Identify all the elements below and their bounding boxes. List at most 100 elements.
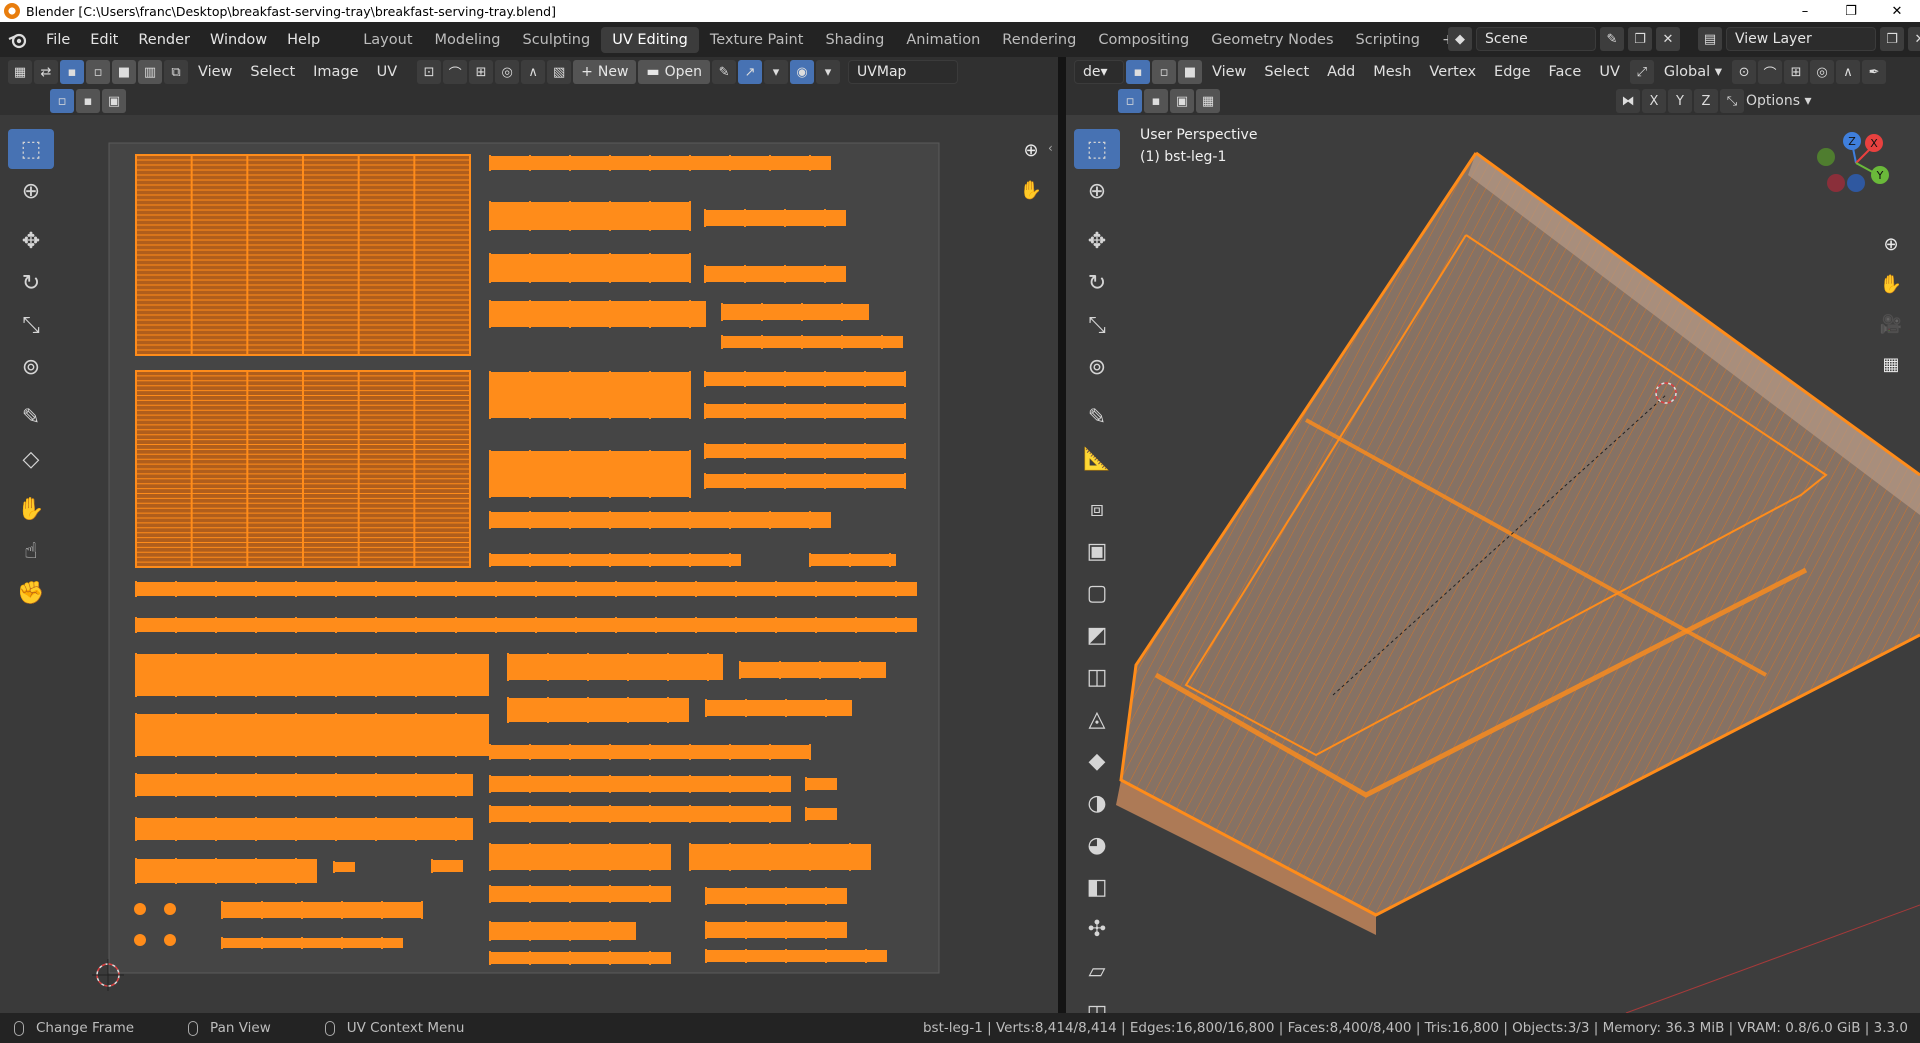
mirror-x-toggle[interactable]: X bbox=[1642, 89, 1666, 113]
vp-snap-target-icon[interactable]: ⊞ bbox=[1784, 60, 1809, 84]
grab-tool-icon[interactable]: ✋ bbox=[8, 489, 54, 529]
zoom-icon[interactable]: ⊕ bbox=[1014, 133, 1048, 167]
spin-tool-icon[interactable]: ◑ bbox=[1074, 783, 1120, 823]
tab-rendering[interactable]: Rendering bbox=[991, 27, 1087, 53]
vp-rotate-tool-icon[interactable]: ↻ bbox=[1074, 263, 1120, 303]
vp-select-extend-icon[interactable]: ▪ bbox=[1144, 89, 1168, 113]
menu-help[interactable]: Help bbox=[277, 32, 330, 48]
tab-layout[interactable]: Layout bbox=[352, 27, 423, 53]
move-tool-icon[interactable]: ✥ bbox=[8, 221, 54, 261]
gizmo-toggle-icon[interactable]: ↗ bbox=[738, 60, 763, 84]
face-mode-icon[interactable]: ■ bbox=[1178, 60, 1202, 84]
tab-scripting[interactable]: Scripting bbox=[1345, 27, 1431, 53]
vp-menu-edge[interactable]: Edge bbox=[1486, 64, 1539, 80]
tab-compositing[interactable]: Compositing bbox=[1087, 27, 1200, 53]
tab-shading[interactable]: Shading bbox=[814, 27, 895, 53]
gizmo-dropdown-icon[interactable]: ▾ bbox=[764, 60, 789, 84]
scene-field[interactable]: Scene bbox=[1476, 27, 1596, 51]
vp-select-box-tool-icon[interactable]: ⬚ bbox=[1074, 129, 1120, 169]
tab-texture-paint[interactable]: Texture Paint bbox=[699, 27, 815, 53]
vp-move-tool-icon[interactable]: ✥ bbox=[1074, 221, 1120, 261]
uv-menu-image[interactable]: Image bbox=[305, 64, 366, 80]
axis-gizmo[interactable]: Z X Y bbox=[1806, 115, 1906, 215]
dropper-icon[interactable]: ✒ bbox=[1862, 60, 1887, 84]
select-mode-new-icon[interactable]: ▫ bbox=[50, 89, 74, 113]
orientation-dropdown[interactable]: Global ▾ bbox=[1656, 64, 1730, 80]
relax-tool-icon[interactable]: ☝ bbox=[8, 531, 54, 571]
snap-icon[interactable]: ⌒ bbox=[443, 60, 468, 84]
cursor-tool-icon[interactable]: ⊕ bbox=[8, 171, 54, 211]
vp-menu-vertex[interactable]: Vertex bbox=[1421, 64, 1484, 80]
pinch-tool-icon[interactable]: ✊ bbox=[8, 573, 54, 613]
vp-cursor-tool-icon[interactable]: ⊕ bbox=[1074, 171, 1120, 211]
bevel-tool-icon[interactable]: ◩ bbox=[1074, 615, 1120, 655]
delete-scene-icon[interactable]: ✕ bbox=[1656, 27, 1680, 51]
vp-snap-icon[interactable]: ⌒ bbox=[1758, 60, 1783, 84]
vp-select-new-icon[interactable]: ▫ bbox=[1118, 89, 1142, 113]
proportional-edit-icon[interactable]: ◎ bbox=[495, 60, 520, 84]
select-mode-subtract-icon[interactable]: ▣ bbox=[102, 89, 126, 113]
vp-transform-tool-icon[interactable]: ⊚ bbox=[1074, 347, 1120, 387]
tab-geometry-nodes[interactable]: Geometry Nodes bbox=[1200, 27, 1344, 53]
open-image-button[interactable]: ▬ Open bbox=[638, 60, 711, 84]
edge-mode-icon[interactable]: ▫ bbox=[1152, 60, 1176, 84]
tab-sculpting[interactable]: Sculpting bbox=[511, 27, 601, 53]
vp-menu-mesh[interactable]: Mesh bbox=[1365, 64, 1419, 80]
mirror-y-toggle[interactable]: Y bbox=[1668, 89, 1692, 113]
close-window-button[interactable]: ✕ bbox=[1874, 0, 1920, 22]
vp-pan-hand-icon[interactable]: ✋ bbox=[1874, 267, 1908, 301]
vp-falloff-icon[interactable]: ∧ bbox=[1836, 60, 1861, 84]
area-divider[interactable] bbox=[1058, 57, 1066, 1013]
vp-menu-face[interactable]: Face bbox=[1541, 64, 1590, 80]
new-view-layer-icon[interactable]: ❐ bbox=[1880, 27, 1904, 51]
pan-hand-icon[interactable]: ✋ bbox=[1014, 173, 1048, 207]
uv-editor-area[interactable]: ⬚ ⊕ ✥ ↻ ⤡ ⊚ ✎ ◇ ✋ ☝ ✊ ⊕ ✋ ‹ bbox=[0, 115, 1058, 1013]
mirror-z-toggle[interactable]: Z bbox=[1694, 89, 1718, 113]
tab-uv-editing[interactable]: UV Editing bbox=[601, 26, 699, 53]
knife-tool-icon[interactable]: ◬ bbox=[1074, 699, 1120, 739]
sync-selection-icon[interactable]: ⇄ bbox=[34, 60, 58, 84]
island-select-icon[interactable]: ▥ bbox=[138, 60, 162, 84]
vp-menu-add[interactable]: Add bbox=[1319, 64, 1363, 80]
vp-menu-uv[interactable]: UV bbox=[1591, 64, 1628, 80]
editor-type-icon[interactable]: ▦ bbox=[8, 60, 32, 84]
shrink-fatten-tool-icon[interactable]: ✣ bbox=[1074, 909, 1120, 949]
menu-file[interactable]: File bbox=[36, 32, 80, 48]
falloff-icon[interactable]: ∧ bbox=[521, 60, 546, 84]
measure-tool-icon[interactable]: 📐 bbox=[1074, 439, 1120, 479]
poly-build-tool-icon[interactable]: ◆ bbox=[1074, 741, 1120, 781]
vp-select-invert-icon[interactable]: ▦ bbox=[1196, 89, 1220, 113]
view-layer-icon[interactable]: ▤ bbox=[1698, 27, 1722, 51]
sticky-select-icon[interactable]: ⧉ bbox=[164, 60, 188, 84]
vertex-mode-icon[interactable]: ▪ bbox=[1126, 60, 1150, 84]
pin-image-icon[interactable]: ✎ bbox=[712, 60, 737, 84]
add-cube-tool-icon[interactable]: ⧈ bbox=[1074, 489, 1120, 529]
edge-select-icon[interactable]: ▫ bbox=[86, 60, 110, 84]
mirror-icon[interactable]: ⧓ bbox=[1616, 89, 1640, 113]
rip-region-tool-icon[interactable]: ◰ bbox=[1074, 993, 1120, 1014]
menu-window[interactable]: Window bbox=[200, 32, 277, 48]
inset-tool-icon[interactable]: ▢ bbox=[1074, 573, 1120, 613]
new-scene-icon[interactable]: ❐ bbox=[1628, 27, 1652, 51]
vp-menu-select[interactable]: Select bbox=[1256, 64, 1317, 80]
scene-icon[interactable]: ◆ bbox=[1448, 27, 1472, 51]
vp-zoom-icon[interactable]: ⊕ bbox=[1874, 227, 1908, 261]
restore-button[interactable]: ❐ bbox=[1828, 0, 1874, 22]
pivot-point-icon[interactable]: ⊙ bbox=[1732, 60, 1757, 84]
rotate-tool-icon[interactable]: ↻ bbox=[8, 263, 54, 303]
3d-viewport-area[interactable]: ⬚ ⊕ ✥ ↻ ⤡ ⊚ ✎ 📐 ⧈ ▣ ▢ ◩ ◫ ◬ ◆ ◑ ◕ ◧ ✣ ▱ … bbox=[1066, 115, 1920, 1013]
sidebar-toggle-icon[interactable]: ‹ bbox=[1048, 141, 1053, 155]
edge-slide-tool-icon[interactable]: ◧ bbox=[1074, 867, 1120, 907]
vp-annotate-tool-icon[interactable]: ✎ bbox=[1074, 397, 1120, 437]
overlay-dropdown-icon[interactable]: ▾ bbox=[816, 60, 841, 84]
vp-proportional-icon[interactable]: ◎ bbox=[1810, 60, 1835, 84]
face-select-icon[interactable]: ■ bbox=[112, 60, 136, 84]
rip-tool-icon[interactable]: ◇ bbox=[8, 439, 54, 479]
tab-animation[interactable]: Animation bbox=[895, 27, 991, 53]
menu-render[interactable]: Render bbox=[128, 32, 200, 48]
view-layer-field[interactable]: View Layer bbox=[1726, 27, 1876, 51]
vp-select-subtract-icon[interactable]: ▣ bbox=[1170, 89, 1194, 113]
mode-dropdown[interactable]: de ▾ bbox=[1074, 60, 1124, 84]
uv-menu-view[interactable]: View bbox=[190, 64, 240, 80]
vp-menu-view[interactable]: View bbox=[1204, 64, 1254, 80]
